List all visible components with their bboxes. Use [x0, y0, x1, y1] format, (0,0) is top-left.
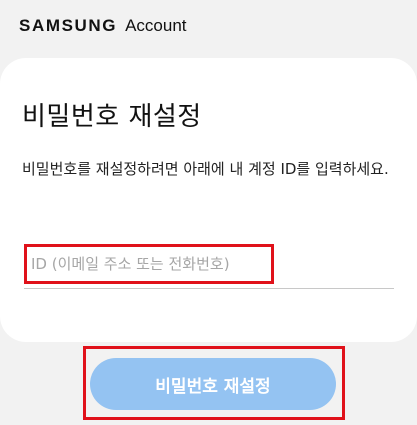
account-label: Account [125, 16, 187, 35]
id-input[interactable] [31, 251, 271, 277]
id-input-underline [24, 288, 394, 289]
reset-password-button[interactable]: 비밀번호 재설정 [90, 358, 336, 410]
page-title: 비밀번호 재설정 [22, 102, 202, 132]
id-input-highlight [24, 244, 274, 284]
samsung-account-header: SAMSUNG Account [19, 14, 187, 38]
samsung-logo: SAMSUNG [19, 16, 118, 35]
instruction-text: 비밀번호를 재설정하려면 아래에 내 계정 ID를 입력하세요. [22, 160, 389, 178]
